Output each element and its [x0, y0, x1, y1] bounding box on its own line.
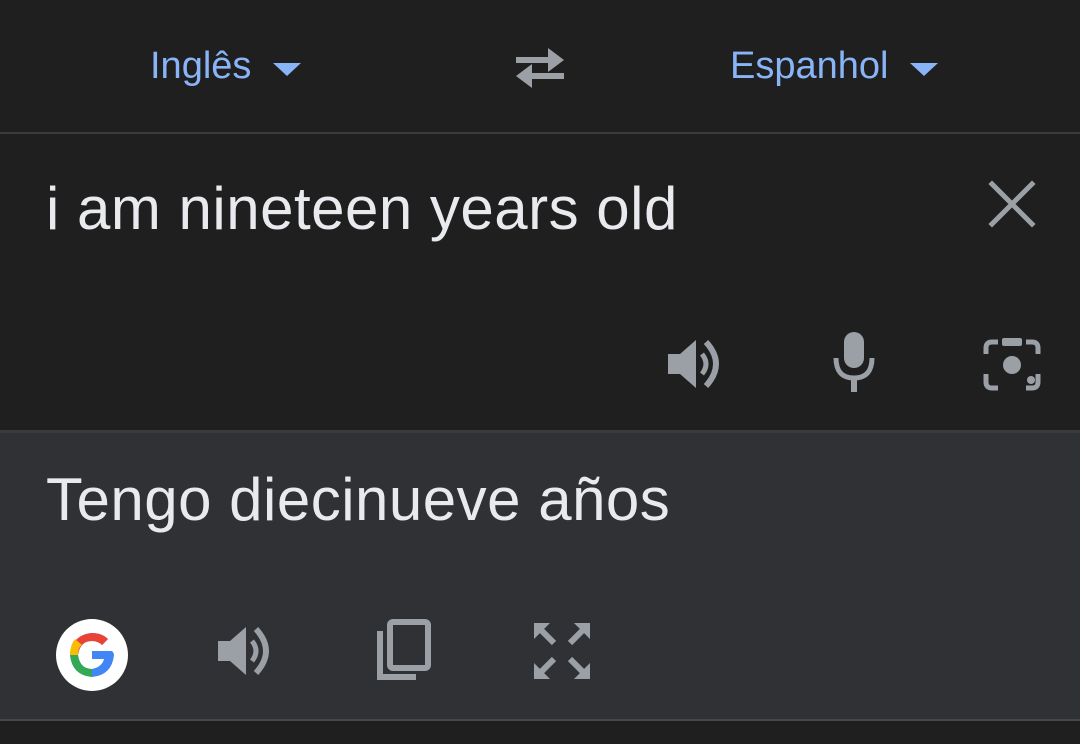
google-logo-button[interactable]	[56, 619, 128, 691]
chevron-down-icon	[910, 62, 939, 76]
google-logo-icon	[70, 633, 114, 677]
source-language-label: Inglês	[150, 44, 252, 87]
source-text-panel: i am nineteen years old	[0, 134, 1080, 433]
source-language-selector[interactable]: Inglês	[150, 40, 302, 92]
listen-translation-button[interactable]	[214, 621, 278, 681]
clear-input-button[interactable]	[986, 178, 1038, 230]
fullscreen-button[interactable]	[532, 621, 592, 681]
camera-input-button[interactable]	[982, 334, 1042, 394]
source-text-input[interactable]: i am nineteen years old	[46, 174, 678, 243]
speaker-icon	[218, 626, 269, 676]
fullscreen-icon	[534, 623, 590, 679]
copy-translation-button[interactable]	[374, 619, 434, 683]
bottom-strip	[0, 721, 1080, 744]
translation-panel: Tengo diecinueve años	[0, 433, 1080, 721]
copy-icon	[377, 619, 431, 680]
speaker-icon	[668, 339, 719, 389]
swap-languages-button[interactable]	[508, 38, 572, 94]
translated-text: Tengo diecinueve años	[46, 466, 671, 533]
swap-arrows-icon	[516, 48, 564, 88]
close-icon	[988, 180, 1036, 228]
target-language-selector[interactable]: Espanhol	[730, 40, 939, 92]
chevron-down-icon	[273, 62, 302, 76]
language-bar: Inglês Espanhol	[0, 0, 1080, 134]
microphone-icon	[833, 332, 875, 392]
listen-source-button[interactable]	[664, 334, 728, 394]
camera-icon	[983, 338, 1041, 391]
voice-input-button[interactable]	[830, 330, 878, 394]
target-language-label: Espanhol	[730, 44, 889, 87]
